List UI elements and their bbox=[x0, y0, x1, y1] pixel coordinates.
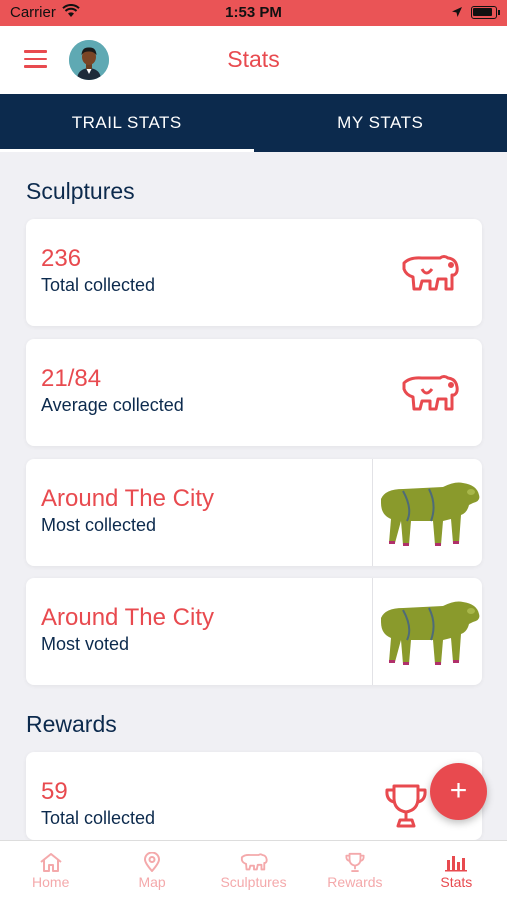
stat-value: 59 bbox=[41, 778, 68, 805]
nav-label: Rewards bbox=[327, 874, 383, 890]
sculpture-image bbox=[372, 578, 482, 685]
stat-value: Around The City bbox=[41, 485, 214, 512]
nav-label: Sculptures bbox=[220, 874, 287, 890]
nav-item-stats[interactable]: Stats bbox=[406, 841, 507, 900]
sculptures-section-title: Sculptures bbox=[26, 178, 135, 204]
bottom-nav: Home Map Sculptures Rewards Stats bbox=[0, 840, 507, 900]
tab-bar: TRAIL STATS MY STATS bbox=[0, 94, 507, 152]
stat-card-rewards-total[interactable]: 59 Total collected bbox=[26, 752, 482, 840]
sculpture-image bbox=[372, 459, 482, 566]
nav-item-rewards[interactable]: Rewards bbox=[304, 841, 405, 900]
bar-chart-icon bbox=[406, 852, 507, 872]
stat-value: 21/84 bbox=[41, 365, 102, 392]
cow-icon bbox=[400, 253, 460, 298]
tab-trail-stats[interactable]: TRAIL STATS bbox=[0, 94, 254, 152]
nav-item-map[interactable]: Map bbox=[101, 841, 202, 900]
stat-label: Average collected bbox=[41, 395, 184, 415]
stat-label: Total collected bbox=[41, 808, 156, 828]
cow-icon bbox=[203, 852, 304, 872]
nav-item-home[interactable]: Home bbox=[0, 841, 101, 900]
stat-value: Around The City bbox=[41, 604, 214, 631]
nav-item-sculptures[interactable]: Sculptures bbox=[203, 841, 304, 900]
location-arrow-icon bbox=[451, 5, 463, 22]
rewards-section-title: Rewards bbox=[26, 711, 117, 737]
clock: 1:53 PM bbox=[225, 4, 282, 21]
stat-label: Most collected bbox=[41, 515, 157, 535]
stat-value: 236 bbox=[41, 245, 82, 272]
page-title: Stats bbox=[227, 46, 280, 72]
trophy-icon bbox=[384, 782, 428, 835]
stat-label: Total collected bbox=[41, 275, 156, 295]
map-pin-icon bbox=[101, 852, 202, 872]
nav-label: Stats bbox=[440, 874, 473, 890]
nav-label: Map bbox=[138, 874, 166, 890]
stat-card-average-collected[interactable]: 21/84 Average collected bbox=[26, 339, 482, 446]
home-icon bbox=[0, 852, 101, 872]
cow-icon bbox=[400, 373, 460, 418]
status-bar: Carrier 1:53 PM bbox=[0, 0, 507, 26]
stat-card-total-collected[interactable]: 236 Total collected bbox=[26, 219, 482, 326]
battery-icon bbox=[471, 6, 500, 19]
add-button[interactable]: + bbox=[430, 763, 487, 820]
trophy-icon bbox=[304, 852, 405, 872]
stat-card-most-voted[interactable]: Around The City Most voted bbox=[26, 578, 482, 685]
stat-label: Most voted bbox=[41, 634, 130, 654]
nav-label: Home bbox=[32, 874, 70, 890]
app-header: Stats bbox=[0, 26, 507, 94]
tab-my-stats[interactable]: MY STATS bbox=[254, 94, 507, 152]
stat-card-most-collected[interactable]: Around The City Most collected bbox=[26, 459, 482, 566]
